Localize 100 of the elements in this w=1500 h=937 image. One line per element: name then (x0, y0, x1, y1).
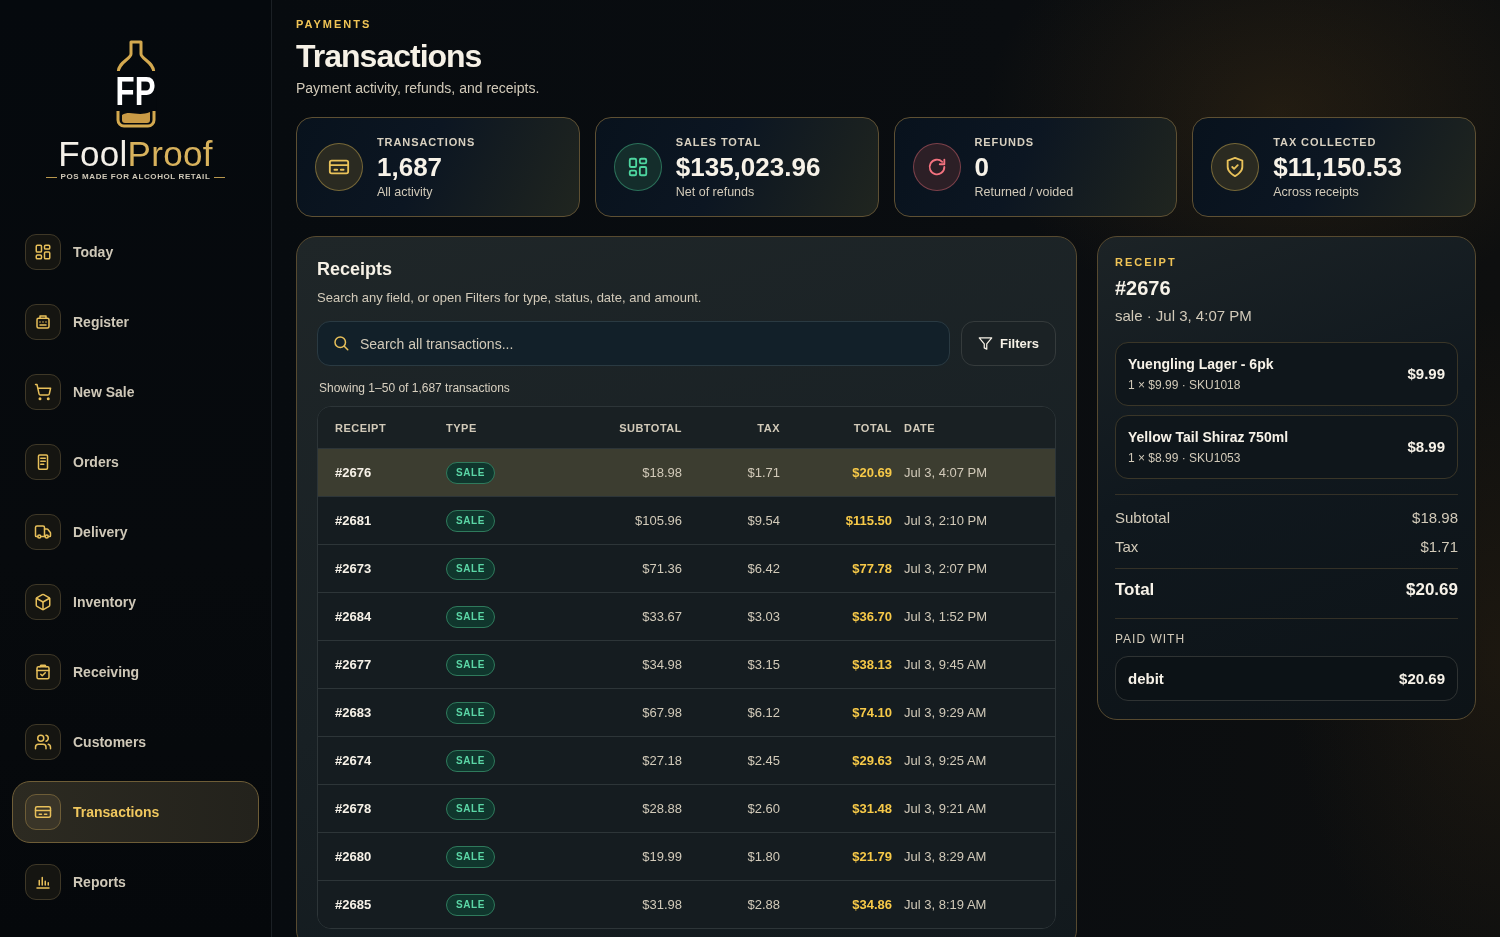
sidebar-nav-item[interactable]: Inventory (12, 571, 259, 633)
type-badge: SALE (446, 893, 496, 916)
sidebar-nav-item[interactable]: Receiving (12, 641, 259, 703)
cart-icon (25, 374, 61, 410)
table-cell-text: $9.54 (746, 511, 781, 530)
logo-tagline: POS MADE FOR ALCOHOL RETAIL (60, 172, 211, 182)
table-cell-text: Jul 3, 8:29 AM (903, 847, 988, 866)
sidebar-nav-item[interactable]: New Sale (12, 361, 259, 423)
type-badge: SALE (446, 797, 496, 820)
result-count: Showing 1–50 of 1,687 transactions (318, 380, 511, 396)
sidebar-nav-item[interactable]: Today (12, 221, 259, 283)
truck-icon (25, 514, 61, 550)
type-badge: SALE (446, 605, 496, 628)
table-cell-text: $21.79 (851, 847, 893, 866)
table-cell-text: $18.98 (641, 463, 683, 482)
table-cell-text: $19.99 (641, 847, 683, 866)
table-cell-text: #2677 (334, 655, 373, 674)
table-cell-text: Jul 3, 9:21 AM (903, 799, 988, 818)
item-price: $9.99 (1407, 364, 1445, 384)
table-cell-text: Jul 3, 8:19 AM (903, 895, 988, 914)
table-cell-text: $6.12 (746, 703, 781, 722)
table-cell-text: $29.63 (851, 751, 893, 770)
column-header: TYPE (445, 420, 478, 435)
table-cell-text: Jul 3, 9:45 AM (903, 655, 988, 674)
summary-label: Tax (1115, 537, 1139, 557)
sidebar-nav-item[interactable]: Reports (12, 851, 259, 913)
stat-value: $11,150.53 (1273, 151, 1402, 182)
table-cell-text: $2.45 (746, 751, 781, 770)
sidebar-nav-item[interactable]: Orders (12, 431, 259, 493)
panel-title: Receipts (317, 258, 394, 281)
item-detail: 1 × $9.99 · SKU1018 (1128, 377, 1242, 393)
sidebar-nav-item[interactable]: Transactions (12, 781, 259, 843)
page-eyebrow: PAYMENTS (296, 17, 373, 31)
summary-value: $18.98 (1412, 508, 1458, 528)
item-detail: 1 × $8.99 · SKU1053 (1128, 450, 1242, 466)
stat-label: TAX COLLECTED (1273, 134, 1378, 149)
column-header: TAX (756, 420, 781, 435)
stat-note: All activity (377, 183, 434, 200)
table-cell-text: $20.69 (851, 463, 893, 482)
sidebar-nav-item[interactable]: Register (12, 291, 259, 353)
table-cell-text: Jul 3, 1:52 PM (903, 607, 989, 626)
table-cell-text: $2.88 (746, 895, 781, 914)
sidebar-nav-item[interactable]: Customers (12, 711, 259, 773)
credit-card-icon (25, 794, 61, 830)
column-header: RECEIPT (334, 420, 388, 435)
table-cell-text: #2683 (334, 703, 373, 722)
type-badge: SALE (446, 749, 496, 772)
table-cell-text: $36.70 (851, 607, 893, 626)
box-check-icon (25, 654, 61, 690)
panel-eyebrow: RECEIPT (1115, 255, 1178, 269)
table-cell-text: #2681 (334, 511, 373, 530)
paid-with-label: PAID WITH (1115, 631, 1187, 647)
page-subtitle: Payment activity, refunds, and receipts. (296, 79, 541, 97)
table-cell-text: $33.67 (641, 607, 683, 626)
table-cell-text: $1.80 (746, 847, 781, 866)
filters-button[interactable]: Filters (961, 321, 1056, 366)
table-cell-text: $77.78 (851, 559, 893, 578)
users-icon (25, 724, 61, 760)
receipt-number: #2676 (1115, 276, 1172, 301)
search-field[interactable]: Search all transactions... (317, 321, 950, 366)
stat-note: Returned / voided (974, 183, 1074, 200)
column-header: TOTAL (852, 420, 893, 435)
table-cell-text: Jul 3, 2:10 PM (903, 511, 989, 530)
sidebar-nav-item[interactable]: Delivery (12, 501, 259, 563)
total-label: Total (1115, 579, 1155, 601)
table-cell-text: $71.36 (641, 559, 683, 578)
stat-value: 0 (974, 151, 990, 182)
stat-label: TRANSACTIONS (377, 134, 476, 149)
table-cell-text: #2676 (334, 463, 373, 482)
summary-value: $1.71 (1420, 537, 1458, 557)
table-row[interactable]: #2676 SALE $18.98 $1.71 $20.69 Jul 3, 4:07 PM (318, 448, 1055, 496)
stat-note: Net of refunds (675, 183, 756, 200)
table-cell-text: $3.03 (746, 607, 781, 626)
table-cell-text: $74.10 (851, 703, 893, 722)
table-cell-text: #2673 (334, 559, 373, 578)
total-value: $20.69 (1406, 579, 1458, 601)
table-cell-text: $115.50 (844, 511, 893, 530)
item-name: Yellow Tail Shiraz 750ml (1128, 428, 1289, 446)
document-icon (25, 444, 61, 480)
item-price: $8.99 (1407, 437, 1445, 457)
type-badge: SALE (446, 701, 496, 724)
summary-label: Subtotal (1115, 508, 1171, 528)
payment-method: debit (1128, 670, 1164, 687)
table-cell-text: $38.13 (851, 655, 893, 674)
table-cell-text: Jul 3, 2:07 PM (903, 559, 989, 578)
stat-label: REFUNDS (974, 134, 1035, 149)
stat-note: Across receipts (1273, 183, 1360, 200)
table-cell-text: $34.86 (851, 895, 893, 914)
stat-value: $135,023.96 (675, 151, 821, 182)
item-name: Yuengling Lager - 6pk (1128, 355, 1274, 373)
table-cell-text: $31.98 (641, 895, 683, 914)
logo-wordmark: FoolProof (58, 136, 213, 172)
table-cell-text: Jul 3, 4:07 PM (903, 463, 989, 482)
table-cell-text: #2674 (334, 751, 373, 770)
filter-icon (978, 336, 993, 351)
column-header: DATE (903, 420, 937, 435)
type-badge: SALE (446, 461, 496, 484)
page-title: Transactions (296, 37, 483, 75)
table-row[interactable]: #2685 SALE $31.98 $2.88 $34.86 Jul 3, 8:19 AM (318, 880, 1055, 928)
stat-value: 1,687 (377, 151, 444, 182)
